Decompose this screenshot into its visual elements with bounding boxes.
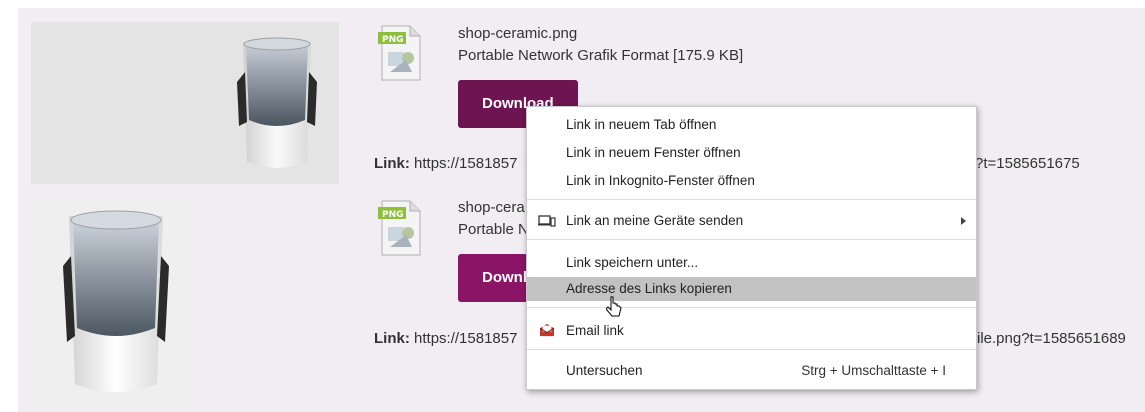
link-url-end[interactable]: ile.png?t=1585651689 [977,330,1126,347]
menu-item-label: Link in neuem Tab öffnen [566,117,717,132]
menu-item-save-link-as[interactable]: Link speichern unter... [527,251,976,275]
link-url-start[interactable]: https://1581857 [414,330,517,347]
menu-separator [527,199,976,200]
email-icon [539,323,555,337]
menu-item-label: Link in neuem Fenster öffnen [566,145,741,160]
menu-separator [527,239,976,240]
devices-icon [538,215,556,227]
svg-text:PNG: PNG [382,210,404,220]
download-button[interactable]: Downl [458,254,528,302]
menu-item-shortcut: Strg + Umschalttaste + I [801,363,946,378]
file-description: Portable Network Grafik Format [175.9 KB… [458,47,744,64]
menu-item-copy-link-address[interactable]: Adresse des Links kopieren [527,277,976,301]
product-thumbnail[interactable] [31,196,197,404]
menu-item-label: Adresse des Links kopieren [566,281,732,296]
menu-item-email-link[interactable]: Email link [527,319,976,343]
mouse-pointer-icon [606,296,622,317]
link-label: Link: [374,330,410,347]
menu-item-label: Link an meine Geräte senden [566,213,744,228]
svg-text:PNG: PNG [382,35,404,45]
menu-separator [527,349,976,350]
menu-item-open-incognito[interactable]: Link in Inkognito-Fenster öffnen [527,169,976,193]
menu-item-label: Email link [566,323,624,338]
file-link[interactable]: Link: https://1581857 [374,330,517,347]
link-url-start[interactable]: https://1581857 [414,155,517,172]
menu-item-label: Link in Inkognito-Fenster öffnen [566,173,755,188]
menu-item-send-to-devices[interactable]: Link an meine Geräte senden [527,209,976,233]
file-name: shop-cera [458,199,525,216]
menu-item-inspect[interactable]: Untersuchen Strg + Umschalttaste + I [527,359,976,383]
menu-item-open-new-tab[interactable]: Link in neuem Tab öffnen [527,113,976,137]
ceramic-cup-image [31,22,339,184]
ceramic-cup-image [31,196,197,404]
menu-item-open-new-window[interactable]: Link in neuem Fenster öffnen [527,141,976,165]
context-menu: Link in neuem Tab öffnen Link in neuem F… [526,106,977,390]
product-thumbnail[interactable] [31,22,339,184]
link-url-end[interactable]: ?t=1585651675 [975,155,1080,172]
png-file-icon: PNG [378,200,421,256]
file-description: Portable N [458,221,529,238]
menu-separator [527,307,976,308]
link-label: Link: [374,155,410,172]
menu-item-label: Link speichern unter... [566,255,699,270]
submenu-arrow-icon [961,217,966,225]
png-file-icon: PNG [378,25,421,81]
file-link[interactable]: Link: https://1581857 [374,155,517,172]
file-name: shop-ceramic.png [458,25,578,42]
menu-item-label: Untersuchen [566,363,643,378]
